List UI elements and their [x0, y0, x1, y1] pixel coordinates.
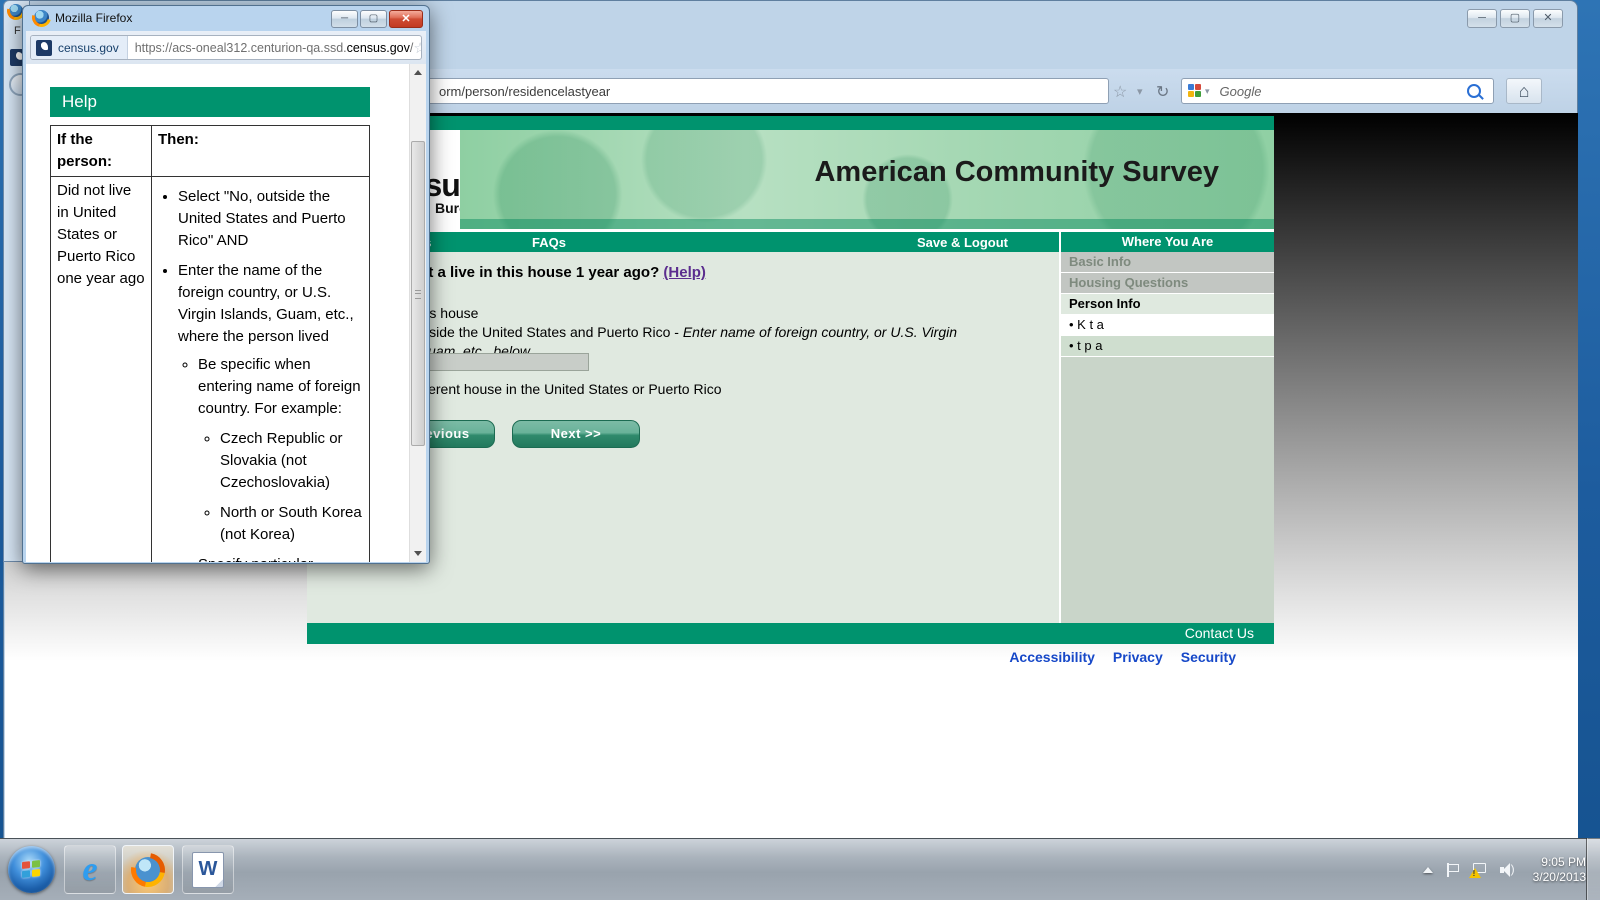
start-button[interactable] [8, 846, 55, 893]
popup-minimize-button[interactable]: ─ [331, 10, 358, 28]
contact-us-bar: Contact Us [307, 623, 1274, 644]
help-instructions: Select "No, outside the United States an… [152, 177, 370, 563]
tray-expand-icon[interactable] [1423, 867, 1433, 873]
acs-banner: United States™ Census Bureau American Co… [307, 130, 1274, 229]
menu-fragment: F [14, 25, 21, 37]
scroll-down-button[interactable] [410, 545, 426, 562]
sidebar-item-basic-info[interactable]: Basic Info [1061, 252, 1274, 273]
privacy-link[interactable]: Privacy [1113, 649, 1163, 665]
tray-clock[interactable]: 9:05 PM 3/20/2013 [1529, 855, 1586, 885]
sidebar-item-housing-questions[interactable]: Housing Questions [1061, 273, 1274, 294]
radio-option-yes[interactable]: Yes, this house [365, 304, 965, 323]
next-button[interactable]: Next >> [512, 420, 640, 448]
banner-top-strip [307, 116, 1274, 130]
firefox-icon [130, 852, 166, 888]
where-you-are-sidebar: Basic Info Housing Questions Person Info… [1059, 252, 1274, 623]
search-box[interactable]: ▾ Google [1181, 78, 1494, 104]
clock-date: 3/20/2013 [1533, 870, 1586, 885]
help-header: Help [50, 87, 370, 117]
contact-us-link[interactable]: Contact Us [1185, 625, 1254, 641]
home-button[interactable]: ⌂ [1506, 78, 1542, 104]
popup-window-title: Mozilla Firefox [55, 11, 132, 25]
footer-links: Accessibility Privacy Security [307, 649, 1274, 665]
desktop: ─ ▢ ✕ orm/person/residencelastyear ☆ ▾ ↻… [0, 0, 1600, 900]
system-tray: ) 9:05 PM 3/20/2013 [1423, 839, 1586, 900]
scroll-thumb[interactable] [411, 141, 425, 446]
nav-item-faqs[interactable]: FAQs [532, 235, 566, 250]
radio-option-different-house[interactable]: No, different house in the United States… [365, 380, 965, 399]
sidebar-item-person-1[interactable]: • K t a [1061, 315, 1274, 336]
taskbar-word[interactable]: W [182, 845, 234, 894]
census-site-icon [36, 40, 52, 56]
where-you-are-header: Where You Are [1059, 232, 1274, 252]
bookmark-star-icon[interactable]: ☆ [413, 39, 422, 57]
internet-explorer-icon: e [82, 851, 97, 889]
network-warning-icon[interactable] [1471, 863, 1487, 877]
taskbar-firefox[interactable] [122, 845, 174, 894]
nav-item-save-logout[interactable]: Save & Logout [917, 235, 1008, 250]
firefox-icon [9, 4, 23, 18]
reload-icon[interactable]: ↻ [1156, 82, 1169, 102]
bookmarks-dropdown-icon[interactable]: ▾ [1137, 85, 1143, 98]
firefox-icon [34, 10, 49, 25]
popup-url-bar[interactable]: census.gov https://acs-oneal312.centurio… [30, 35, 422, 60]
security-link[interactable]: Security [1181, 649, 1236, 665]
volume-icon[interactable]: ) [1500, 863, 1516, 877]
popup-content: Help If the person: Then: Did not live i… [26, 64, 426, 562]
accessibility-link[interactable]: Accessibility [1009, 649, 1095, 665]
maximize-button[interactable]: ▢ [1500, 9, 1530, 28]
scroll-up-button[interactable] [410, 64, 426, 81]
help-link[interactable]: (Help) [663, 264, 706, 281]
site-identity-label: census.gov [58, 41, 119, 55]
census-logo-line3: Bureau [435, 200, 460, 216]
popup-scrollbar[interactable] [409, 64, 426, 562]
taskbar-internet-explorer[interactable]: e [64, 845, 116, 894]
bookmark-star-icon[interactable]: ☆ [1113, 82, 1127, 102]
minimize-button[interactable]: ─ [1467, 9, 1497, 28]
banner-title: American Community Survey [814, 156, 1219, 189]
taskbar: e W ) 9:05 PM 3/20/2013 [0, 838, 1600, 900]
popup-url-text: https://acs-oneal312.centurion-qa.ssd.ce… [135, 41, 414, 55]
search-engine-label: Google [1220, 84, 1467, 99]
action-center-flag-icon[interactable] [1446, 863, 1458, 877]
popup-close-button[interactable]: ✕ [389, 10, 423, 28]
url-text: orm/person/residencelastyear [439, 84, 610, 99]
windows-flag-icon [22, 860, 40, 878]
help-col-if: If the person: [51, 126, 152, 177]
google-favicon [1188, 84, 1202, 98]
close-button[interactable]: ✕ [1533, 9, 1563, 28]
search-engine-dropdown-icon[interactable]: ▾ [1205, 86, 1210, 97]
sidebar-item-person-info[interactable]: Person Info [1061, 294, 1274, 315]
help-table: If the person: Then: Did not live in Uni… [50, 125, 370, 562]
search-magnifier-icon[interactable] [1467, 84, 1481, 98]
word-icon: W [192, 852, 224, 888]
popup-location-row: census.gov https://acs-oneal312.centurio… [26, 31, 426, 64]
popup-maximize-button[interactable]: ▢ [360, 10, 387, 28]
help-popup-window: Mozilla Firefox ─ ▢ ✕ census.gov https:/… [22, 5, 430, 564]
help-col-then: Then: [152, 126, 370, 177]
show-desktop-button[interactable] [1586, 838, 1600, 900]
popup-titlebar[interactable]: Mozilla Firefox ─ ▢ ✕ [23, 6, 429, 31]
clock-time: 9:05 PM [1533, 855, 1586, 870]
site-identity-chip[interactable]: census.gov [31, 36, 128, 59]
help-condition: Did not live in United States or Puerto … [51, 177, 152, 563]
question-text: Did K t a live in this house 1 year ago?… [385, 264, 706, 281]
sidebar-item-person-2[interactable]: • t p a [1061, 336, 1274, 357]
